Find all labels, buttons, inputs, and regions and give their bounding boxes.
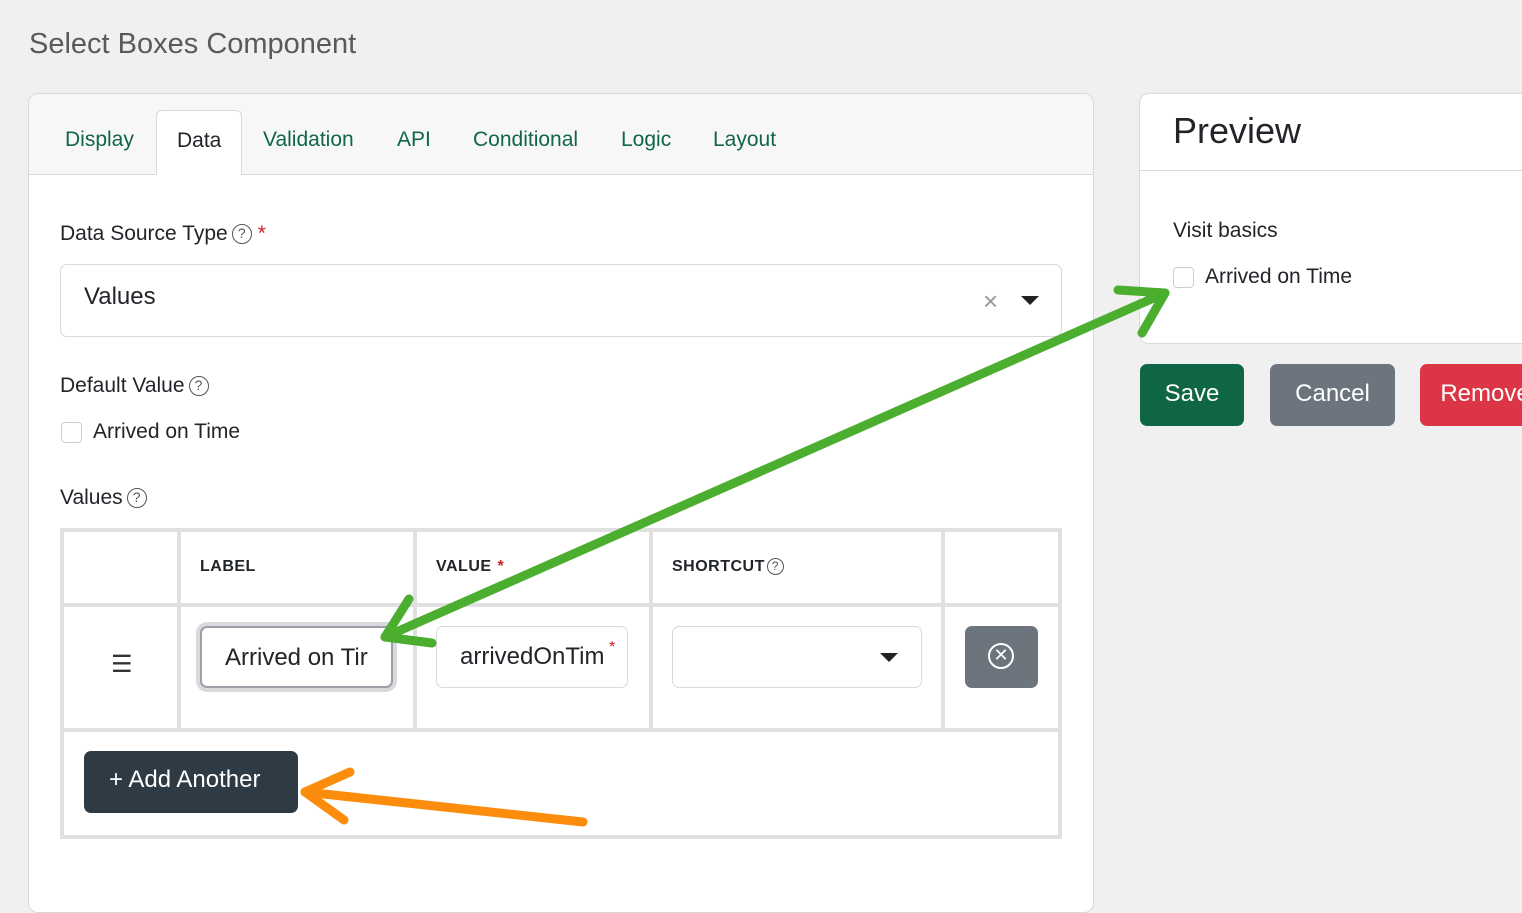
table-divider [64, 603, 1058, 607]
tab-conditional[interactable]: Conditional [473, 128, 578, 152]
tab-bar: Display Data Validation API Conditional … [29, 94, 1093, 175]
add-another-button[interactable]: + Add Another [84, 751, 298, 813]
default-value-checkbox[interactable] [61, 422, 82, 443]
remove-button[interactable]: Remove [1420, 364, 1522, 426]
preview-field-label: Visit basics [1173, 219, 1278, 242]
caret-down-icon[interactable] [1021, 296, 1039, 305]
close-icon[interactable]: × [983, 286, 998, 317]
page-title: Select Boxes Component [29, 28, 357, 60]
values-table: LABEL VALUE * SHORTCUT? ☰ Arrived on Tir … [60, 528, 1062, 839]
question-circle-icon[interactable]: ? [126, 488, 147, 508]
remove-row-button[interactable]: ✕ [965, 626, 1038, 688]
column-header-value-text: VALUE [436, 558, 492, 575]
data-source-type-text: Data Source Type [60, 222, 228, 245]
label-input[interactable]: Arrived on Tir [200, 626, 393, 688]
preview-option-label[interactable]: Arrived on Time [1205, 265, 1352, 289]
data-source-type-select[interactable]: Values × [60, 264, 1062, 337]
preview-header: Preview [1140, 94, 1522, 171]
question-circle-icon[interactable]: ? [231, 224, 252, 244]
data-source-type-label: Data Source Type? * [60, 222, 266, 246]
default-value-text: Default Value [60, 374, 185, 397]
tab-logic[interactable]: Logic [621, 128, 671, 152]
caret-down-icon[interactable] [880, 653, 898, 662]
table-divider [64, 728, 1058, 732]
tab-data[interactable]: Data [156, 110, 243, 175]
required-mark: * [257, 222, 266, 245]
table-divider [413, 532, 417, 728]
column-header-value: VALUE * [436, 558, 504, 576]
cancel-button[interactable]: Cancel [1270, 364, 1395, 426]
remove-circle-icon: ✕ [988, 643, 1014, 669]
tab-layout[interactable]: Layout [713, 128, 776, 152]
values-text: Values [60, 486, 123, 509]
question-circle-icon[interactable]: ? [766, 558, 784, 575]
preview-panel: Preview Visit basics Arrived on Time [1139, 93, 1522, 344]
value-input[interactable]: arrivedOnTim [436, 626, 628, 688]
default-value-label: Default Value? [60, 374, 209, 398]
tab-validation[interactable]: Validation [263, 128, 354, 152]
component-editor: Display Data Validation API Conditional … [28, 93, 1094, 913]
data-source-type-value: Values [84, 283, 156, 310]
tab-display[interactable]: Display [65, 128, 134, 152]
table-divider [649, 532, 653, 728]
preview-title: Preview [1173, 110, 1302, 151]
column-header-shortcut-text: SHORTCUT [672, 558, 765, 575]
preview-checkbox[interactable] [1173, 267, 1194, 288]
values-label: Values? [60, 486, 147, 510]
table-divider [941, 532, 945, 728]
save-button[interactable]: Save [1140, 364, 1244, 426]
required-mark: * [497, 558, 505, 575]
default-value-option-label[interactable]: Arrived on Time [93, 420, 240, 444]
required-mark: * [609, 639, 616, 656]
table-divider [177, 532, 181, 728]
column-header-shortcut: SHORTCUT? [672, 558, 784, 576]
drag-handle-icon[interactable]: ☰ [111, 650, 133, 679]
column-header-label: LABEL [200, 558, 256, 575]
tab-api[interactable]: API [397, 128, 431, 152]
question-circle-icon[interactable]: ? [188, 376, 209, 396]
